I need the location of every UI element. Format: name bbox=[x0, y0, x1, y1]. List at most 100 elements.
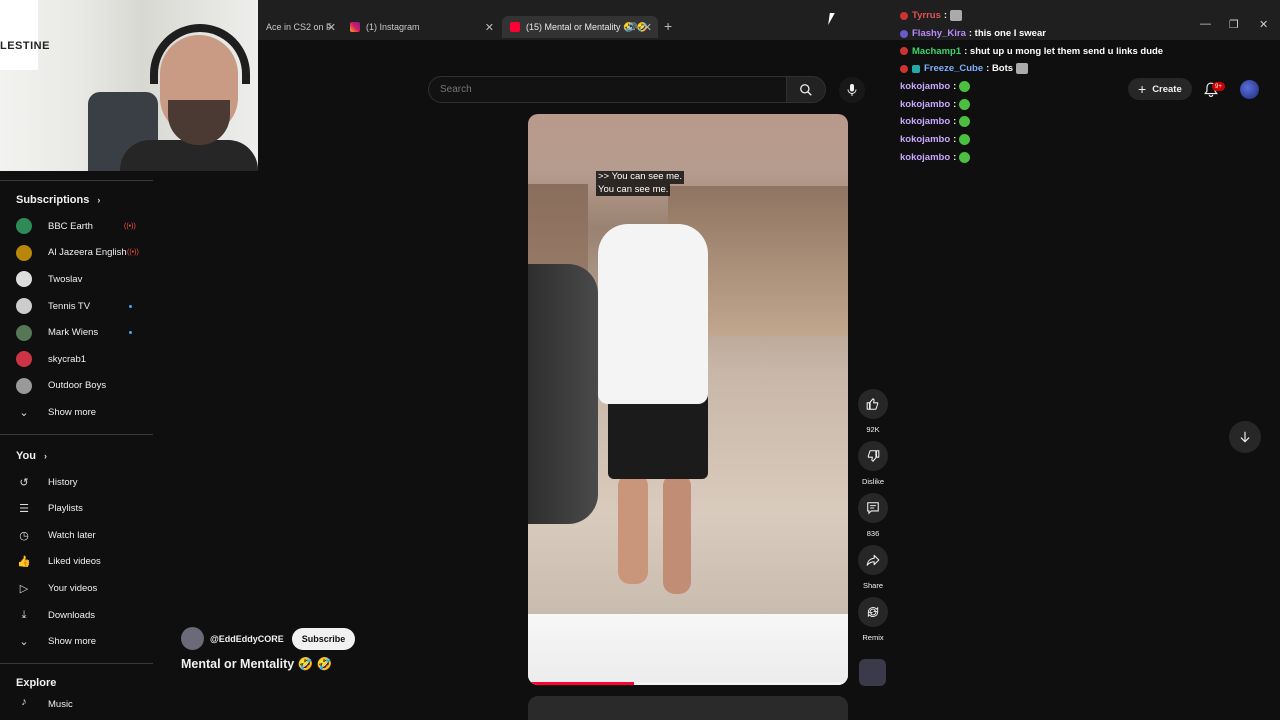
chat-message: Tyrrus: bbox=[900, 7, 1200, 25]
minimize-icon[interactable]: — bbox=[1200, 18, 1211, 30]
section-title: Subscriptions bbox=[16, 194, 90, 206]
sidebar-item-outdoor-boys[interactable]: Outdoor Boys bbox=[0, 373, 153, 400]
tab-title: Ace in CS2 on F bbox=[266, 22, 332, 32]
watch-later-icon: ◷ bbox=[19, 529, 29, 542]
share-action[interactable]: Share bbox=[855, 545, 891, 597]
close-icon[interactable]: ✕ bbox=[485, 21, 494, 34]
chat-badge-icon bbox=[900, 11, 908, 20]
voice-search-button[interactable] bbox=[839, 77, 865, 103]
chat-message: kokojambo: bbox=[900, 113, 1200, 131]
tab-instagram[interactable]: (1) Instagram ✕ bbox=[342, 16, 500, 38]
video-bottom-area bbox=[528, 614, 848, 685]
channel-handle[interactable]: @EddEddyCORE bbox=[210, 634, 284, 644]
chat-badge-icon bbox=[900, 47, 908, 56]
shorts-video-player[interactable] bbox=[528, 114, 848, 685]
chat-badge-icon bbox=[900, 29, 908, 38]
tab-youtube-active[interactable]: (15) Mental or Mentality 🤣 🤣 🔊 ✕ bbox=[502, 16, 658, 38]
maximize-icon[interactable]: ❐ bbox=[1229, 18, 1239, 31]
chat-username: Flashy_Kira bbox=[912, 28, 966, 40]
account-avatar[interactable] bbox=[1240, 80, 1259, 99]
chat-message: kokojambo: bbox=[900, 149, 1200, 167]
sidebar-item-watch-later[interactable]: ◷ Watch later bbox=[0, 522, 153, 549]
scene-person-leg bbox=[618, 474, 648, 584]
share-button[interactable] bbox=[858, 545, 888, 575]
sidebar-item-mark-wiens[interactable]: Mark Wiens bbox=[0, 319, 153, 346]
sidebar-item-label: Al Jazeera English bbox=[48, 247, 127, 259]
instagram-icon bbox=[350, 22, 360, 32]
sidebar-item-liked-videos[interactable]: 👍 Liked videos bbox=[0, 549, 153, 576]
emote-icon bbox=[950, 10, 963, 22]
scene-person-shirt bbox=[598, 224, 708, 404]
sidebar-item-skycrab1[interactable]: skycrab1 bbox=[0, 346, 153, 373]
dislike-label: Dislike bbox=[861, 477, 885, 486]
sound-channel-avatar[interactable] bbox=[859, 659, 886, 686]
sidebar-item-al-jazeera[interactable]: Al Jazeera English ((•)) bbox=[0, 240, 153, 267]
like-button[interactable] bbox=[858, 389, 888, 419]
sidebar-item-downloads[interactable]: ⤓ Downloads bbox=[0, 602, 153, 629]
video-progress-bar[interactable] bbox=[528, 682, 848, 685]
poster-text: LESTINE bbox=[0, 40, 50, 52]
playlists-icon: ☰ bbox=[19, 503, 29, 516]
next-short-preview[interactable] bbox=[528, 696, 848, 720]
sidebar-item-label: Outdoor Boys bbox=[48, 380, 107, 392]
close-icon[interactable]: ✕ bbox=[643, 21, 652, 34]
sidebar-item-bbc-earth[interactable]: BBC Earth ((•)) bbox=[0, 213, 153, 240]
subs-show-more[interactable]: ⌄ Show more bbox=[0, 399, 153, 426]
chat-text: : bbox=[953, 98, 957, 110]
tab-cs2[interactable]: Ace in CS2 on F ✕ bbox=[258, 16, 342, 38]
chat-text: : bbox=[953, 81, 957, 93]
chat-message: kokojambo: bbox=[900, 78, 1200, 96]
close-icon[interactable]: ✕ bbox=[327, 21, 336, 34]
comments-action[interactable]: 836 bbox=[855, 493, 891, 545]
you-header[interactable]: You › bbox=[0, 443, 153, 469]
search-input[interactable] bbox=[429, 77, 786, 102]
sidebar-item-history[interactable]: ↺ History bbox=[0, 469, 153, 496]
channel-avatar[interactable] bbox=[181, 627, 204, 650]
emote-icon bbox=[959, 134, 971, 146]
search-button[interactable] bbox=[786, 76, 826, 103]
sidebar-item-your-videos[interactable]: ▷ Your videos bbox=[0, 575, 153, 602]
close-window-icon[interactable]: ✕ bbox=[1259, 18, 1268, 31]
chat-message: Flashy_Kira: this one I swear bbox=[900, 25, 1200, 43]
like-action[interactable]: 92K bbox=[855, 389, 891, 441]
channel-avatar bbox=[16, 218, 32, 235]
chat-text: : bbox=[943, 10, 948, 22]
emote-icon bbox=[959, 151, 971, 163]
arrow-down-icon bbox=[1240, 431, 1250, 443]
new-tab-button[interactable]: + bbox=[664, 18, 672, 34]
search-box[interactable] bbox=[428, 76, 786, 103]
subscriptions-header[interactable]: Subscriptions › bbox=[0, 187, 153, 213]
next-video-button[interactable] bbox=[1229, 421, 1261, 453]
caption-line: >> You can see me. bbox=[596, 171, 684, 184]
shorts-actions: 92K Dislike 836 Share Remix bbox=[855, 389, 891, 649]
remix-label: Remix bbox=[862, 633, 884, 642]
remix-icon bbox=[867, 606, 879, 618]
remix-action[interactable]: Remix bbox=[855, 597, 891, 649]
sidebar-item-playlists[interactable]: ☰ Playlists bbox=[0, 495, 153, 522]
streamer-beard bbox=[168, 100, 230, 145]
chevron-down-icon: ⌄ bbox=[19, 406, 29, 419]
headset bbox=[150, 24, 250, 84]
sidebar-item-music[interactable]: ♪ Music bbox=[0, 696, 153, 710]
your-videos-icon: ▷ bbox=[19, 582, 29, 595]
closed-captions: >> You can see me. You can see me. bbox=[596, 171, 684, 196]
dislike-action[interactable]: Dislike bbox=[855, 441, 891, 493]
new-content-dot bbox=[129, 304, 132, 308]
video-title: Mental or Mentality 🤣 🤣 bbox=[181, 657, 333, 671]
microphone-icon bbox=[847, 84, 857, 96]
sidebar-item-label: Watch later bbox=[48, 529, 96, 541]
sidebar-item-label: Show more bbox=[48, 636, 97, 648]
sidebar-item-tennis-tv[interactable]: Tennis TV bbox=[0, 293, 153, 320]
chat-username: kokojambo bbox=[900, 116, 951, 128]
sidebar-item-twoslav[interactable]: Twoslav bbox=[0, 266, 153, 293]
search-icon bbox=[800, 83, 812, 96]
section-title: You bbox=[16, 449, 36, 462]
you-show-more[interactable]: ⌄ Show more bbox=[0, 628, 153, 655]
scene-person-leg bbox=[663, 474, 691, 594]
remix-button[interactable] bbox=[858, 597, 888, 627]
speaker-icon[interactable]: 🔊 bbox=[627, 22, 638, 33]
dislike-button[interactable] bbox=[858, 441, 888, 471]
comments-button[interactable] bbox=[858, 493, 888, 523]
live-icon: ((•)) bbox=[124, 222, 136, 230]
subscribe-button[interactable]: Subscribe bbox=[291, 627, 356, 650]
